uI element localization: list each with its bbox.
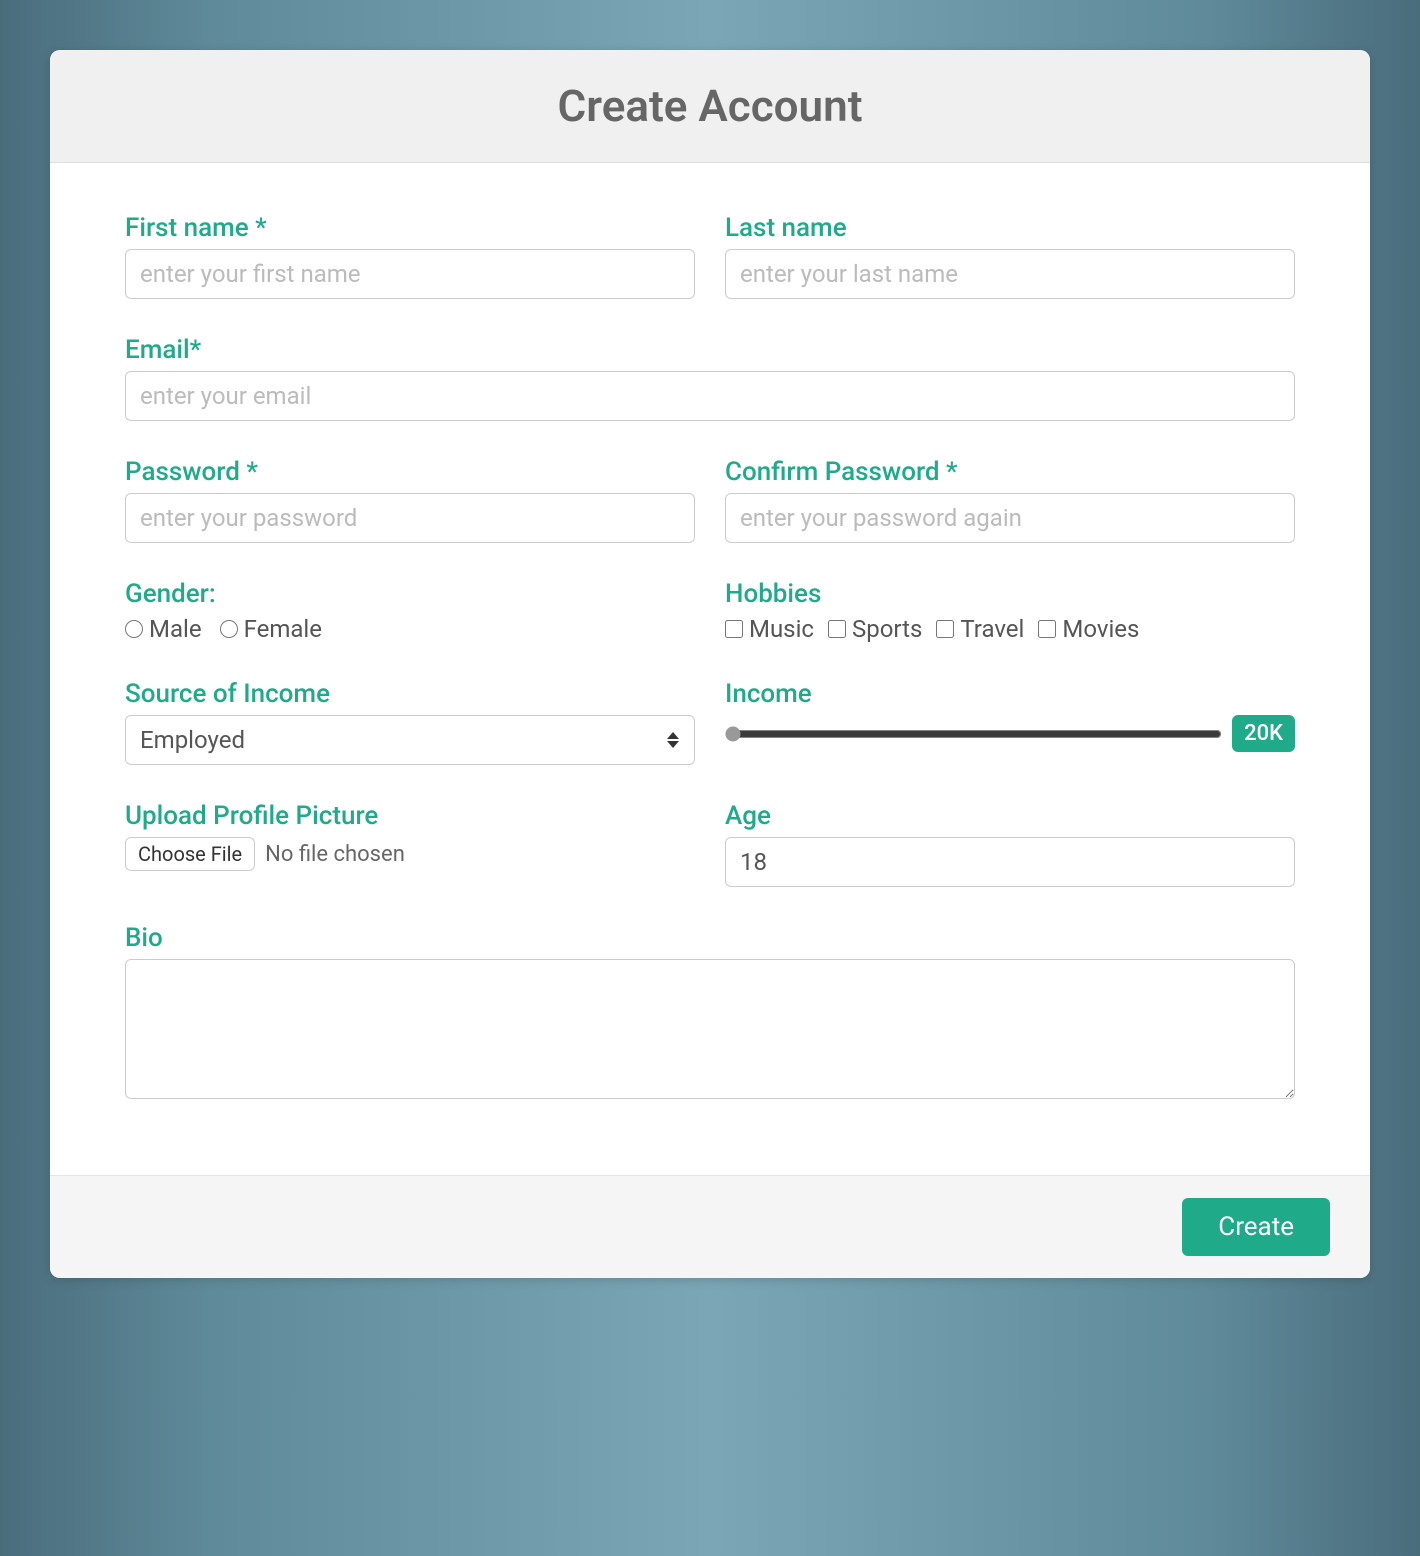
create-button[interactable]: Create [1182, 1198, 1330, 1256]
bio-textarea[interactable] [125, 959, 1295, 1099]
upload-group: Upload Profile Picture Choose File No fi… [125, 801, 695, 887]
hobby-movies-item: Movies [1038, 615, 1139, 643]
hobby-travel-checkbox[interactable] [936, 620, 954, 638]
gender-female-item: Female [220, 615, 322, 643]
hobby-music-item: Music [725, 615, 814, 643]
hobby-sports-item: Sports [828, 615, 922, 643]
income-source-label: Source of Income [125, 679, 695, 709]
choose-file-button[interactable]: Choose File [125, 837, 255, 871]
gender-female-label: Female [244, 615, 322, 643]
file-status: No file chosen [265, 842, 405, 867]
hobby-travel-label: Travel [960, 615, 1024, 643]
confirm-password-label: Confirm Password * [725, 457, 1295, 487]
confirm-password-input[interactable] [725, 493, 1295, 543]
email-input[interactable] [125, 371, 1295, 421]
email-label: Email* [125, 335, 1295, 365]
page-title: Create Account [90, 80, 1330, 132]
income-slider[interactable] [725, 726, 1222, 742]
gender-label: Gender: [125, 579, 695, 609]
hobby-movies-checkbox[interactable] [1038, 620, 1056, 638]
last-name-group: Last name [725, 213, 1295, 299]
password-label: Password * [125, 457, 695, 487]
income-badge: 20K [1232, 715, 1295, 752]
income-group: Income 20K [725, 679, 1295, 765]
hobbies-label: Hobbies [725, 579, 1295, 609]
gender-male-item: Male [125, 615, 202, 643]
hobbies-group: Hobbies Music Sports Travel [725, 579, 1295, 643]
income-label: Income [725, 679, 1295, 709]
bio-label: Bio [125, 923, 1295, 953]
hobby-movies-label: Movies [1062, 615, 1139, 643]
hobby-music-checkbox[interactable] [725, 620, 743, 638]
last-name-label: Last name [725, 213, 1295, 243]
last-name-input[interactable] [725, 249, 1295, 299]
income-source-group: Source of Income Employed [125, 679, 695, 765]
hobby-sports-checkbox[interactable] [828, 620, 846, 638]
income-source-select-wrap: Employed [125, 715, 695, 765]
gender-male-radio[interactable] [125, 620, 143, 638]
bio-group: Bio [125, 923, 1295, 1099]
hobbies-options: Music Sports Travel Movies [725, 615, 1295, 643]
hobby-travel-item: Travel [936, 615, 1024, 643]
email-group: Email* [125, 335, 1295, 421]
gender-male-label: Male [149, 615, 202, 643]
confirm-password-group: Confirm Password * [725, 457, 1295, 543]
card-footer: Create [50, 1175, 1370, 1278]
first-name-input[interactable] [125, 249, 695, 299]
first-name-label: First name * [125, 213, 695, 243]
age-input[interactable] [725, 837, 1295, 887]
password-input[interactable] [125, 493, 695, 543]
age-group: Age [725, 801, 1295, 887]
income-slider-row: 20K [725, 715, 1295, 752]
gender-female-radio[interactable] [220, 620, 238, 638]
income-source-select[interactable]: Employed [125, 715, 695, 765]
gender-group: Gender: Male Female [125, 579, 695, 643]
first-name-group: First name * [125, 213, 695, 299]
hobby-music-label: Music [749, 615, 814, 643]
card-header: Create Account [50, 50, 1370, 163]
gender-options: Male Female [125, 615, 695, 643]
file-row: Choose File No file chosen [125, 837, 695, 871]
create-account-card: Create Account First name * Last name Em… [50, 50, 1370, 1278]
card-body: First name * Last name Email* Password *… [50, 163, 1370, 1175]
upload-label: Upload Profile Picture [125, 801, 695, 831]
hobby-sports-label: Sports [852, 615, 922, 643]
password-group: Password * [125, 457, 695, 543]
age-label: Age [725, 801, 1295, 831]
